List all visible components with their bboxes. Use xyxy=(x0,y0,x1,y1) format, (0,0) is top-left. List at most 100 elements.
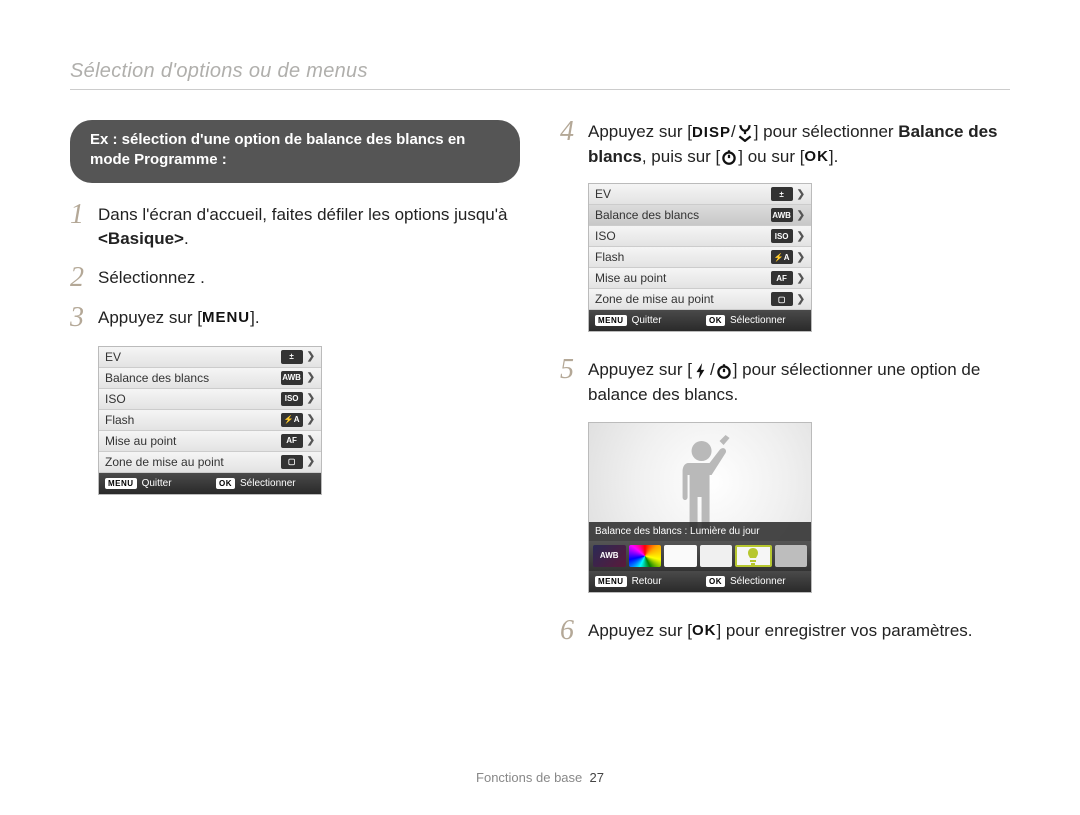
person-silhouette-icon xyxy=(663,435,741,535)
chevron-right-icon: ❯ xyxy=(797,273,805,284)
footer-label: Sélectionner xyxy=(730,576,786,587)
step-number: 5 xyxy=(560,356,588,407)
flash-left-icon xyxy=(692,363,710,379)
step-text: ]. xyxy=(250,308,259,327)
chevron-right-icon: ❯ xyxy=(797,210,805,221)
menu-item-label: EV xyxy=(595,187,771,201)
menu-button-icon: MENU xyxy=(105,478,137,489)
step-2: 2 Sélectionnez . xyxy=(70,266,520,292)
menu-button-icon: MENU xyxy=(595,315,627,326)
iso-icon: ISO xyxy=(281,392,303,406)
menu-button-icon: MENU xyxy=(595,576,627,587)
section-title: Sélection d'options ou de menus xyxy=(70,60,1010,90)
chevron-right-icon: ❯ xyxy=(307,351,315,362)
footer-label: Quitter xyxy=(632,315,662,326)
footer-label: Sélectionner xyxy=(730,315,786,326)
step-5: 5 Appuyez sur [/] pour sélectionner une … xyxy=(560,358,1010,407)
step-text: Appuyez sur [ xyxy=(588,360,692,379)
step-number: 1 xyxy=(70,201,98,252)
step-text: Appuyez sur [ xyxy=(588,621,692,640)
camera-menu-footer: MENU Quitter OK Sélectionner xyxy=(589,310,811,331)
chevron-right-icon: ❯ xyxy=(797,294,805,305)
step-number: 4 xyxy=(560,118,588,169)
chevron-right-icon: ❯ xyxy=(307,435,315,446)
wb-footer: MENU Retour OK Sélectionner xyxy=(589,571,811,592)
right-column: 4 Appuyez sur [DISP/] pour sélectionner … xyxy=(560,120,1010,659)
menu-item-label: Mise au point xyxy=(595,271,771,285)
chevron-right-icon: ❯ xyxy=(797,252,805,263)
wb-swatch-cloudy xyxy=(700,545,733,567)
chevron-right-icon: ❯ xyxy=(307,414,315,425)
ok-button-icon: OK xyxy=(692,620,717,642)
chevron-right-icon: ❯ xyxy=(307,393,315,404)
example-callout: Ex : sélection d'une option de balance d… xyxy=(70,120,520,183)
footer-label: Sélectionner xyxy=(240,478,296,489)
menu-item-label: Zone de mise au point xyxy=(595,292,771,306)
step-text-bold: <Basique> xyxy=(98,229,184,248)
step-text: ]. xyxy=(829,147,838,166)
menu-item-label: Zone de mise au point xyxy=(105,455,281,469)
step-number: 3 xyxy=(70,304,98,332)
chevron-right-icon: ❯ xyxy=(307,372,315,383)
zone-icon: ▢ xyxy=(281,455,303,469)
wb-preview-screenshot: Balance des blancs : Lumière du jour AWB… xyxy=(588,422,812,593)
step-text: . xyxy=(184,229,189,248)
step-6: 6 Appuyez sur [OK] pour enregistrer vos … xyxy=(560,619,1010,645)
timer-icon xyxy=(715,363,733,379)
timer-icon xyxy=(720,149,738,165)
page-footer: Fonctions de base 27 xyxy=(0,770,1080,785)
step-text: . xyxy=(200,268,205,287)
camera-menu-footer: MENU Quitter OK Sélectionner xyxy=(99,473,321,494)
wb-swatch-fluorescent xyxy=(775,545,808,567)
ok-button-icon: OK xyxy=(804,146,829,168)
menu-item-label: Balance des blancs xyxy=(595,208,771,222)
ok-button-icon: OK xyxy=(706,576,725,587)
menu-item-label: Flash xyxy=(595,250,771,264)
step-text: ] pour sélectionner xyxy=(754,122,899,141)
awb-icon: AWB xyxy=(281,371,303,385)
menu-item-label: Flash xyxy=(105,413,281,427)
menu-item-label: EV xyxy=(105,350,281,364)
page-number: 27 xyxy=(590,770,604,785)
wb-swatch-tungsten-selected xyxy=(735,545,772,567)
step-text: Appuyez sur [ xyxy=(588,122,692,141)
chevron-right-icon: ❯ xyxy=(797,231,805,242)
step-4: 4 Appuyez sur [DISP/] pour sélectionner … xyxy=(560,120,1010,169)
zone-icon: ▢ xyxy=(771,292,793,306)
wb-swatch-custom xyxy=(629,545,662,567)
step-text: ] ou sur [ xyxy=(738,147,804,166)
wb-swatch-auto: AWB xyxy=(593,545,626,567)
menu-item-label: ISO xyxy=(595,229,771,243)
menu-item-label: ISO xyxy=(105,392,281,406)
step-text: Dans l'écran d'accueil, faites défiler l… xyxy=(98,205,507,224)
camera-menu-screenshot-1: EV±❯ Balance des blancsAWB❯ ISOISO❯ Flas… xyxy=(98,346,322,495)
wb-caption: Balance des blancs : Lumière du jour xyxy=(589,522,811,541)
step-number: 2 xyxy=(70,264,98,292)
step-3: 3 Appuyez sur [MENU]. xyxy=(70,306,520,332)
flash-icon: ⚡A xyxy=(281,413,303,427)
awb-icon: AWB xyxy=(771,208,793,222)
footer-label: Quitter xyxy=(142,478,172,489)
chevron-right-icon: ❯ xyxy=(797,189,805,200)
left-column: Ex : sélection d'une option de balance d… xyxy=(70,120,520,659)
flash-icon: ⚡A xyxy=(771,250,793,264)
step-text: Sélectionnez xyxy=(98,268,200,287)
step-text: Appuyez sur [ xyxy=(98,308,202,327)
ok-button-icon: OK xyxy=(216,478,235,489)
ev-icon: ± xyxy=(281,350,303,364)
ev-icon: ± xyxy=(771,187,793,201)
step-number: 6 xyxy=(560,617,588,645)
footer-label: Retour xyxy=(632,576,662,587)
step-1: 1 Dans l'écran d'accueil, faites défiler… xyxy=(70,203,520,252)
wb-swatch-daylight xyxy=(664,545,697,567)
wb-swatch-strip: AWB xyxy=(589,541,811,571)
ok-button-icon: OK xyxy=(706,315,725,326)
step-text: ] pour enregistrer vos paramètres. xyxy=(716,621,972,640)
menu-button-icon: MENU xyxy=(202,307,250,329)
focus-icon: AF xyxy=(281,434,303,448)
iso-icon: ISO xyxy=(771,229,793,243)
step-text: , puis sur [ xyxy=(642,147,720,166)
footer-section: Fonctions de base xyxy=(476,770,582,785)
macro-down-icon xyxy=(736,125,754,141)
camera-menu-screenshot-2: EV± ❯ Balance des blancsAWB ❯ ISOISO ❯ Flas… xyxy=(588,183,812,332)
